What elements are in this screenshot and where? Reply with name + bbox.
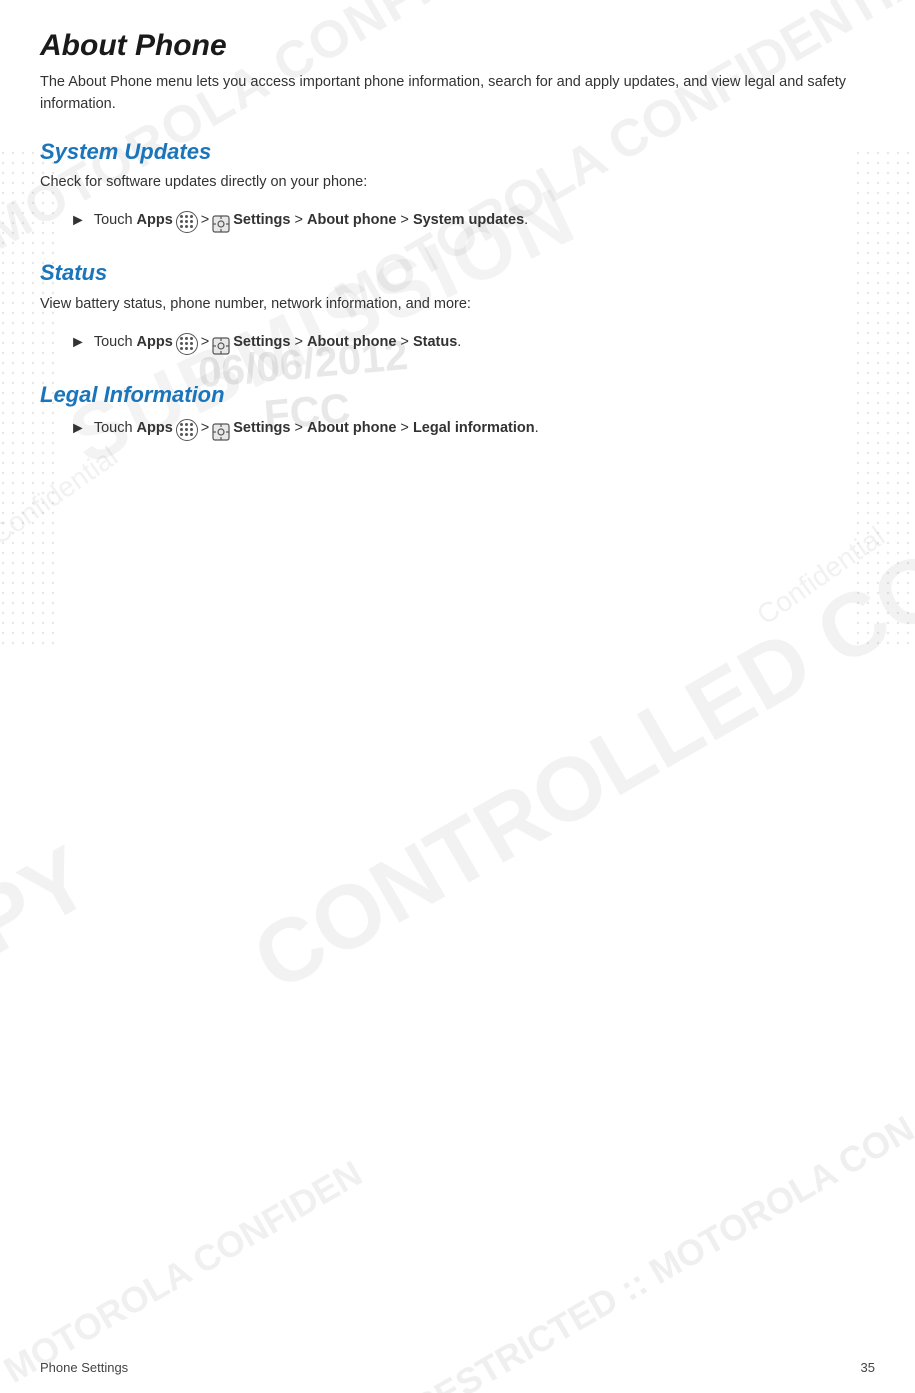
- page-description: The About Phone menu lets you access imp…: [40, 72, 875, 116]
- apps-dot: [190, 215, 193, 218]
- apps-dot: [190, 423, 193, 426]
- section-status: Status View battery status, phone number…: [40, 259, 875, 355]
- apps-icon-dots-1: [180, 215, 194, 229]
- apps-dot: [180, 423, 183, 426]
- instruction-legal: ► Touch Apps >: [70, 416, 875, 442]
- apps-dot: [190, 342, 193, 345]
- sep3-1: >: [396, 209, 413, 232]
- touch-label-3: Touch: [94, 417, 133, 440]
- apps-dot: [190, 225, 193, 228]
- apps-dot: [185, 423, 188, 426]
- section-desc-system-updates: Check for software updates directly on y…: [40, 172, 875, 194]
- arrow-icon-2: ►: [70, 330, 86, 356]
- arrow-icon-3: ►: [70, 416, 86, 442]
- settings-icon-2: [212, 337, 230, 355]
- section-desc-status: View battery status, phone number, netwo…: [40, 294, 875, 316]
- apps-dot: [180, 342, 183, 345]
- sep3-2: >: [396, 331, 413, 354]
- apps-icon-3: [176, 419, 198, 441]
- action-label-3: Legal information: [413, 417, 535, 440]
- footer-page-number: 35: [861, 1360, 875, 1375]
- about-label-1: About phone: [307, 209, 396, 232]
- sep3-3: >: [396, 417, 413, 440]
- instruction-system-updates: ► Touch Apps >: [70, 208, 875, 234]
- apps-icon-dots-3: [180, 423, 194, 437]
- apps-dot: [190, 347, 193, 350]
- apps-dot: [185, 433, 188, 436]
- settings-label-2: Settings: [233, 331, 290, 354]
- sep1-2: >: [201, 331, 209, 354]
- settings-label-1: Settings: [233, 209, 290, 232]
- sep2-3: >: [290, 417, 307, 440]
- touch-label-2: Touch: [94, 331, 133, 354]
- about-label-2: About phone: [307, 331, 396, 354]
- sep2-2: >: [290, 331, 307, 354]
- apps-dot: [180, 220, 183, 223]
- settings-label-3: Settings: [233, 417, 290, 440]
- section-title-status: Status: [40, 259, 875, 288]
- apps-dot: [185, 215, 188, 218]
- apps-dot: [190, 337, 193, 340]
- sep1-3: >: [201, 417, 209, 440]
- touch-label-1: Touch: [94, 209, 133, 232]
- apps-dot: [180, 337, 183, 340]
- apps-icon-1: [176, 211, 198, 233]
- settings-icon-1: [212, 215, 230, 233]
- suffix-3: .: [535, 417, 539, 440]
- suffix-2: .: [457, 331, 461, 354]
- section-system-updates: System Updates Check for software update…: [40, 138, 875, 234]
- apps-dot: [180, 347, 183, 350]
- apps-dot: [185, 225, 188, 228]
- sep1-1: >: [201, 209, 209, 232]
- apps-icon-dots-2: [180, 337, 194, 351]
- apps-dot: [190, 433, 193, 436]
- apps-label-2: Apps: [137, 331, 173, 354]
- apps-dot: [185, 337, 188, 340]
- apps-dot: [180, 225, 183, 228]
- action-label-1: System updates: [413, 209, 524, 232]
- apps-dot: [190, 220, 193, 223]
- apps-dot: [180, 215, 183, 218]
- apps-dot: [185, 428, 188, 431]
- page-footer: Phone Settings 35: [40, 1360, 875, 1375]
- sep2-1: >: [290, 209, 307, 232]
- arrow-icon-1: ►: [70, 208, 86, 234]
- action-label-2: Status: [413, 331, 457, 354]
- apps-dot: [185, 347, 188, 350]
- apps-dot: [180, 433, 183, 436]
- suffix-1: .: [524, 209, 528, 232]
- section-title-system-updates: System Updates: [40, 138, 875, 167]
- apps-dot: [190, 428, 193, 431]
- page-title: About Phone: [40, 28, 875, 64]
- settings-icon-3: [212, 423, 230, 441]
- section-legal: Legal Information ► Touch Apps >: [40, 381, 875, 441]
- apps-label-1: Apps: [137, 209, 173, 232]
- footer-left-text: Phone Settings: [40, 1360, 128, 1375]
- apps-label-3: Apps: [137, 417, 173, 440]
- apps-dot: [180, 428, 183, 431]
- about-label-3: About phone: [307, 417, 396, 440]
- apps-icon-2: [176, 333, 198, 355]
- section-title-legal: Legal Information: [40, 381, 875, 410]
- main-content: About Phone The About Phone menu lets yo…: [0, 0, 915, 1393]
- instruction-status: ► Touch Apps >: [70, 330, 875, 356]
- apps-dot: [185, 220, 188, 223]
- apps-dot: [185, 342, 188, 345]
